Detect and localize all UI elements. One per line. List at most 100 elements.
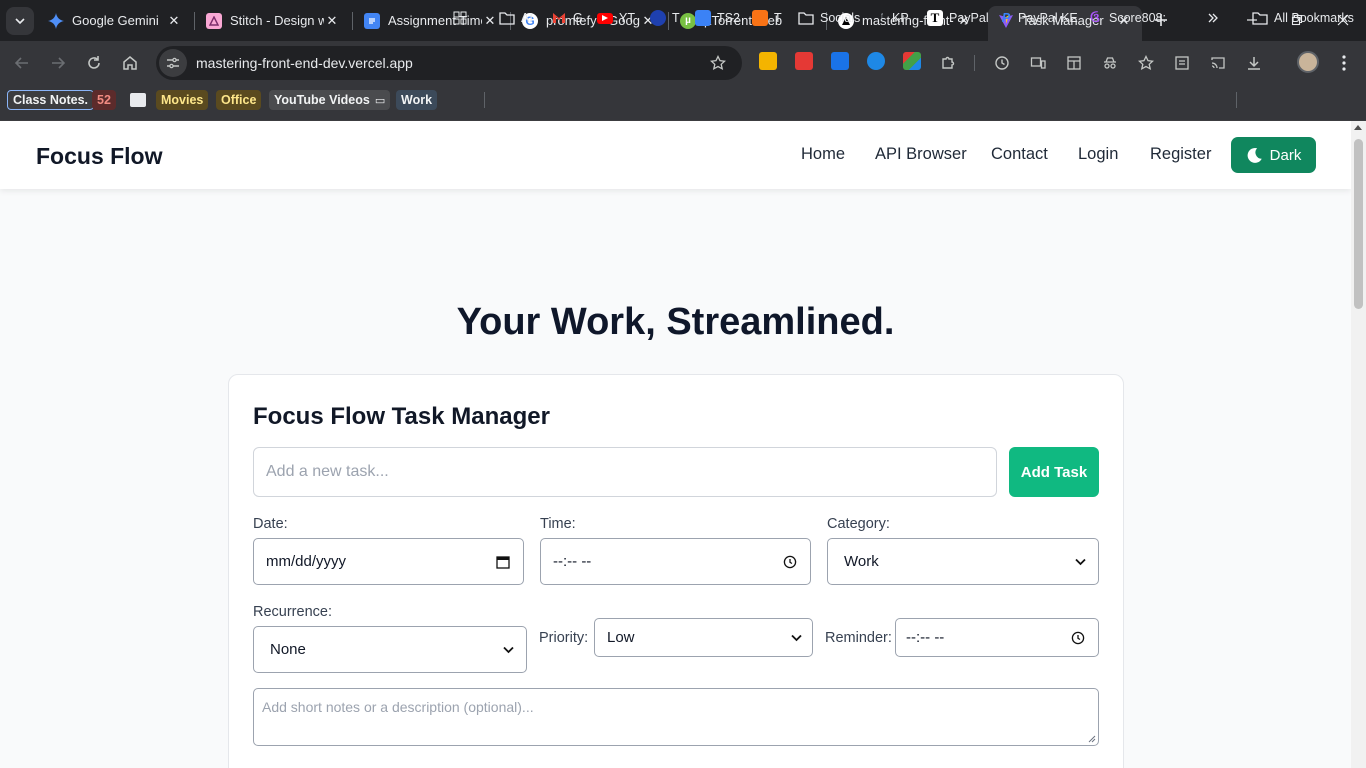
theme-toggle-button[interactable]: Dark [1231, 137, 1316, 173]
menu-button[interactable] [1332, 51, 1356, 75]
calculator-button[interactable] [1062, 51, 1086, 75]
bookmark-blank[interactable] [130, 93, 146, 107]
task-manager-card: Focus Flow Task Manager Add a new task..… [228, 374, 1124, 768]
page-viewport: Focus Flow Home API Browser Contact Logi… [0, 121, 1351, 768]
keep-extension-icon[interactable] [759, 52, 777, 70]
site-info-icon[interactable] [159, 49, 187, 77]
recurrence-label: Recurrence: [253, 604, 332, 620]
bookmark-work[interactable]: Work [396, 90, 438, 110]
bookmark-office[interactable]: Office [216, 90, 262, 110]
clock-icon[interactable] [1070, 630, 1086, 646]
incognito-button[interactable] [1098, 51, 1122, 75]
resize-handle-icon[interactable] [1088, 735, 1096, 743]
bookmark-paypal[interactable]: T PayPal [927, 7, 989, 29]
bookmark-youtube[interactable]: YT [597, 7, 635, 29]
nav-login[interactable]: Login [1078, 145, 1118, 164]
red-extension-icon[interactable] [795, 52, 813, 70]
add-task-button[interactable]: Add Task [1009, 447, 1099, 497]
cast-button[interactable] [1206, 51, 1230, 75]
card-title: Focus Flow Task Manager [253, 403, 550, 430]
forward-button[interactable] [46, 51, 70, 75]
reload-button[interactable] [82, 51, 106, 75]
arrow-right-icon [52, 57, 66, 69]
cast-icon [1211, 57, 1225, 69]
new-task-input[interactable]: Add a new task... [253, 447, 997, 497]
bookmark-star-icon[interactable] [706, 51, 730, 75]
shazam-extension-icon[interactable] [867, 52, 885, 70]
score-icon: ઉ [1090, 10, 1100, 25]
back-button[interactable] [10, 51, 34, 75]
nav-contact[interactable]: Contact [991, 145, 1048, 164]
incognito-icon [1104, 57, 1116, 69]
devices-button[interactable] [1026, 51, 1050, 75]
chevron-down-icon [15, 18, 25, 25]
bookmark-kp[interactable]: ᶠ KP [878, 7, 909, 29]
grid-extension-icon[interactable] [903, 52, 921, 70]
time-input[interactable]: --:-- -- [540, 538, 811, 585]
close-icon[interactable]: ✕ [324, 13, 340, 29]
scroll-up-icon[interactable] [1354, 125, 1362, 130]
bookmark-class-notes[interactable]: Class Notes. [7, 90, 95, 110]
page-scrollbar[interactable] [1351, 121, 1366, 768]
category-label: Category: [827, 516, 890, 532]
profile-avatar[interactable] [1297, 51, 1319, 73]
bookmark-label: TS2 [717, 11, 740, 25]
priority-select[interactable]: Low [594, 618, 813, 657]
bookmark-t[interactable]: T [650, 7, 680, 29]
notes-textarea[interactable]: Add short notes or a description (option… [253, 688, 1099, 746]
ts2-icon [695, 10, 711, 26]
apps-grid-icon [452, 10, 468, 26]
home-button[interactable] [118, 51, 142, 75]
calendar-icon[interactable] [495, 554, 511, 570]
browser-tab-google[interactable]: G promtefy - Goog ✕ [514, 6, 664, 35]
all-bookmarks-button[interactable]: All Bookmarks [1252, 7, 1354, 29]
bookmark-label: G [573, 11, 583, 25]
site-navbar: Focus Flow Home API Browser Contact Logi… [0, 121, 1351, 189]
tab-search-button[interactable] [6, 7, 34, 35]
category-select[interactable]: Work [827, 538, 1099, 585]
favorites-button[interactable] [1134, 51, 1158, 75]
bookmark-52[interactable]: 52 [92, 90, 116, 110]
bookmark-folder-socials[interactable]: Socials [798, 7, 860, 29]
reading-list-button[interactable] [1170, 51, 1194, 75]
bookmark-gmail[interactable]: G [551, 7, 583, 29]
bookmark-folder-ai[interactable]: AI [499, 7, 533, 29]
browser-tab-gemini[interactable]: Google Gemini ✕ [40, 6, 190, 35]
reminder-input[interactable]: --:-- -- [895, 618, 1099, 657]
nav-home[interactable]: Home [801, 145, 845, 164]
bookmark-score808[interactable]: ઉ Score808: [1087, 7, 1166, 29]
translate-extension-icon[interactable] [831, 52, 849, 70]
kp-icon: ᶠ [880, 12, 884, 24]
bookmark-t2[interactable]: T [752, 7, 782, 29]
recurrence-select[interactable]: None [253, 626, 527, 673]
nav-api-browser[interactable]: API Browser [875, 145, 967, 164]
apps-grid-button[interactable] [452, 7, 474, 29]
star-list-icon [1138, 55, 1154, 71]
more-bookmarks-button[interactable] [1205, 7, 1227, 29]
clock-icon[interactable] [782, 554, 798, 570]
bookmark-youtube-videos[interactable]: YouTube Videos ▭ [269, 90, 391, 110]
extensions-button[interactable] [936, 51, 960, 75]
bookmark-movies[interactable]: Movies [156, 90, 209, 110]
downloads-button[interactable] [1242, 51, 1266, 75]
history-button[interactable] [990, 51, 1014, 75]
close-icon[interactable]: ✕ [166, 13, 182, 29]
recurrence-value: None [270, 641, 306, 658]
browser-tab-stitch[interactable]: Stitch - Design w ✕ [198, 6, 348, 35]
bookmark-ts2[interactable]: TS2 [695, 7, 740, 29]
bookmark-paypal-ke[interactable]: P PayPal KE [1000, 7, 1078, 29]
nav-register[interactable]: Register [1150, 145, 1211, 164]
double-chevron-right-icon [1205, 10, 1221, 26]
brand-logo[interactable]: Focus Flow [36, 143, 163, 170]
more-vert-icon [1342, 55, 1346, 71]
scrollbar-thumb[interactable] [1354, 139, 1363, 309]
tab-title: Stitch - Design w [230, 13, 324, 28]
bookmark-label: PayPal KE [1018, 11, 1078, 25]
reading-list-icon [1175, 56, 1189, 70]
browser-tab-docs[interactable]: Assignment Time ✕ [356, 6, 506, 35]
reminder-value: --:-- -- [906, 629, 945, 646]
close-icon[interactable]: ✕ [482, 13, 498, 29]
date-input[interactable]: mm/dd/yyyy [253, 538, 524, 585]
bookmark-label: KP [892, 11, 909, 25]
address-bar[interactable]: mastering-front-end-dev.vercel.app [156, 46, 742, 80]
